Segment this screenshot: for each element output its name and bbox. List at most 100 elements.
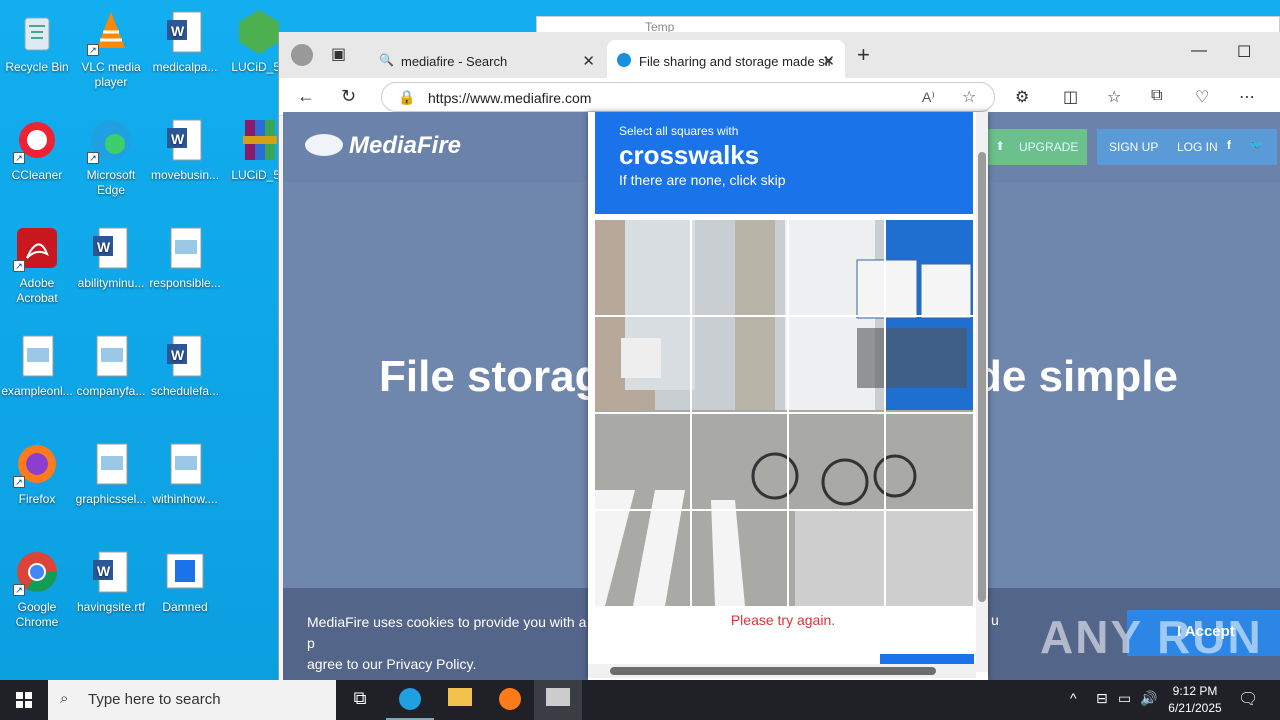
- hero-text-left: File storag: [379, 352, 602, 401]
- shortcut-arrow-icon: ↗: [87, 44, 99, 56]
- svg-text:W: W: [171, 131, 185, 147]
- upgrade-label: UPGRADE: [1019, 140, 1079, 154]
- desktop-icon-companyfa[interactable]: companyfa...: [74, 332, 148, 399]
- image-file-icon: [87, 332, 135, 380]
- search-icon: ⌕: [60, 690, 69, 707]
- read-aloud-icon[interactable]: A⁾: [922, 89, 935, 106]
- desktop-icon-google-chrome[interactable]: ↗ Google Chrome: [0, 548, 74, 630]
- upgrade-button[interactable]: ⬆ UPGRADE: [985, 129, 1087, 165]
- captcha-image-grid: [595, 220, 973, 606]
- split-screen-icon[interactable]: ◫: [1063, 87, 1078, 107]
- volume-icon[interactable]: 🔊: [1140, 690, 1157, 707]
- recycle-bin-icon: [13, 8, 61, 56]
- image-file-icon: [161, 440, 209, 488]
- captcha-error-message: Please try again.: [730, 612, 836, 628]
- minimize-icon[interactable]: —: [1191, 42, 1207, 60]
- desktop-icon-schedulefa[interactable]: W schedulefa...: [148, 332, 222, 399]
- task-view-icon[interactable]: ⧉: [336, 680, 384, 720]
- taskbar-clock[interactable]: 9:12 PM 6/21/2025: [1160, 683, 1230, 717]
- acrobat-icon: ↗: [13, 224, 61, 272]
- ccleaner-icon: ↗: [13, 116, 61, 164]
- taskbar-firefox-icon[interactable]: [486, 680, 534, 720]
- desktop-icon-graphicssel[interactable]: graphicssel...: [74, 440, 148, 507]
- desktop-icon-ccleaner[interactable]: ↗ CCleaner: [0, 116, 74, 183]
- scrollbar-thumb[interactable]: [610, 667, 936, 675]
- log-in-button[interactable]: LOG IN f 🐦: [1165, 129, 1277, 165]
- search-icon: 🔍: [379, 53, 394, 67]
- taskbar: ⌕ Type here to search ⧉ ^ ⊟ ▭ 🔊 9:12 PM …: [0, 680, 1280, 720]
- address-toolbar: ← ↻ 🔒 https://www.mediafire.com A⁾ ☆ ⚙ ◫…: [279, 78, 1280, 116]
- collections-icon[interactable]: ⧉: [1151, 87, 1162, 105]
- tab-mediafire[interactable]: File sharing and storage made sir ✕: [607, 40, 845, 78]
- new-tab-icon[interactable]: +: [857, 42, 870, 68]
- mediafire-logo[interactable]: MediaFire: [305, 132, 461, 160]
- cookie-text-line2: agree to our Privacy Policy.: [307, 656, 477, 672]
- tab-label: mediafire - Search: [401, 54, 508, 69]
- captcha-target: crosswalks: [619, 140, 760, 170]
- notification-icon[interactable]: 🗨: [1238, 689, 1258, 709]
- desktop-icon-responsible[interactable]: responsible...: [148, 224, 222, 291]
- desktop-icon-damned[interactable]: Damned: [148, 548, 222, 615]
- taskbar-search-box[interactable]: ⌕ Type here to search: [48, 680, 336, 720]
- taskbar-app-icon[interactable]: [534, 680, 582, 720]
- start-button[interactable]: [0, 680, 48, 720]
- desktop-icon-vlc[interactable]: ↗ VLC media player: [74, 8, 148, 90]
- close-tab-icon[interactable]: ✕: [822, 52, 835, 70]
- desktop-icon-medicalpa[interactable]: W medicalpa...: [148, 8, 222, 75]
- sign-up-button[interactable]: SIGN UP: [1097, 129, 1165, 165]
- favorites-icon[interactable]: ☆: [1107, 87, 1121, 107]
- scrollbar-thumb[interactable]: [978, 152, 986, 602]
- svg-text:W: W: [171, 347, 185, 363]
- shortcut-arrow-icon: ↗: [87, 152, 99, 164]
- tab-mediafire-search[interactable]: 🔍 mediafire - Search ✕: [369, 40, 605, 78]
- shortcut-arrow-icon: ↗: [13, 584, 25, 596]
- desktop-icon-abilityminu[interactable]: W abilityminu...: [74, 224, 148, 291]
- captcha-vertical-scrollbar[interactable]: [976, 112, 988, 672]
- refresh-icon[interactable]: ↻: [341, 86, 356, 107]
- maximize-icon[interactable]: ☐: [1237, 42, 1251, 62]
- network-icon[interactable]: ⊟: [1096, 690, 1108, 707]
- logo-text: MediaFire: [349, 132, 462, 159]
- word-doc-icon: W: [161, 332, 209, 380]
- favorite-star-icon[interactable]: ☆: [962, 87, 976, 107]
- desktop-icon-withinhow[interactable]: withinhow....: [148, 440, 222, 507]
- facebook-icon[interactable]: f: [1227, 138, 1231, 152]
- extensions-icon[interactable]: ⚙: [1015, 87, 1029, 107]
- shortcut-arrow-icon: ↗: [13, 476, 25, 488]
- hero-text-right: de simple: [975, 352, 1178, 401]
- tab-label: File sharing and storage made sir: [639, 54, 832, 69]
- display-icon[interactable]: ▭: [1118, 690, 1131, 707]
- close-tab-icon[interactable]: ✕: [582, 52, 595, 70]
- desktop-icon-microsoft-edge[interactable]: ↗ Microsoft Edge: [74, 116, 148, 198]
- verify-button[interactable]: [880, 654, 974, 664]
- desktop-icon-movebusin[interactable]: W movebusin...: [148, 116, 222, 183]
- clock-time: 9:12 PM: [1172, 684, 1218, 698]
- profile-avatar-icon[interactable]: [291, 44, 313, 66]
- desktop-icon-recycle-bin[interactable]: Recycle Bin: [0, 8, 74, 75]
- desktop-icon-exampleonl[interactable]: exampleonl...: [0, 332, 74, 399]
- file-explorer-icon[interactable]: [436, 680, 484, 720]
- image-file-icon: [13, 332, 61, 380]
- captcha-skip-hint: If there are none, click skip: [619, 172, 786, 188]
- captcha-horizontal-scrollbar[interactable]: [588, 664, 976, 678]
- show-hidden-icons-icon[interactable]: ^: [1070, 690, 1077, 706]
- cookie-text-line1: MediaFire uses cookies to provide you wi…: [307, 614, 587, 651]
- svg-text:W: W: [97, 563, 111, 579]
- edge-icon: ↗: [87, 116, 135, 164]
- upgrade-icon: ⬆: [995, 139, 1006, 153]
- captcha-header: Select all squares with crosswalks If th…: [595, 112, 973, 214]
- cookie-text-fragment: u: [991, 612, 999, 628]
- address-bar[interactable]: 🔒 https://www.mediafire.com A⁾ ☆: [381, 82, 995, 112]
- back-arrow-icon[interactable]: ←: [297, 86, 315, 107]
- desktop-icon-firefox[interactable]: ↗ Firefox: [0, 440, 74, 507]
- more-menu-icon[interactable]: ⋯: [1239, 87, 1255, 107]
- vlc-cone-icon: ↗: [87, 8, 135, 56]
- search-placeholder: Type here to search: [88, 691, 221, 708]
- taskbar-edge-icon[interactable]: [386, 680, 434, 720]
- word-doc-icon: W: [87, 224, 135, 272]
- twitter-icon[interactable]: 🐦: [1249, 138, 1264, 152]
- desktop-icon-havingsite[interactable]: W havingsite.rtf: [74, 548, 148, 615]
- desktop-icon-adobe-acrobat[interactable]: ↗ Adobe Acrobat: [0, 224, 74, 306]
- tab-actions-icon[interactable]: ▣: [331, 44, 346, 64]
- browser-essentials-icon[interactable]: ♡: [1195, 87, 1209, 107]
